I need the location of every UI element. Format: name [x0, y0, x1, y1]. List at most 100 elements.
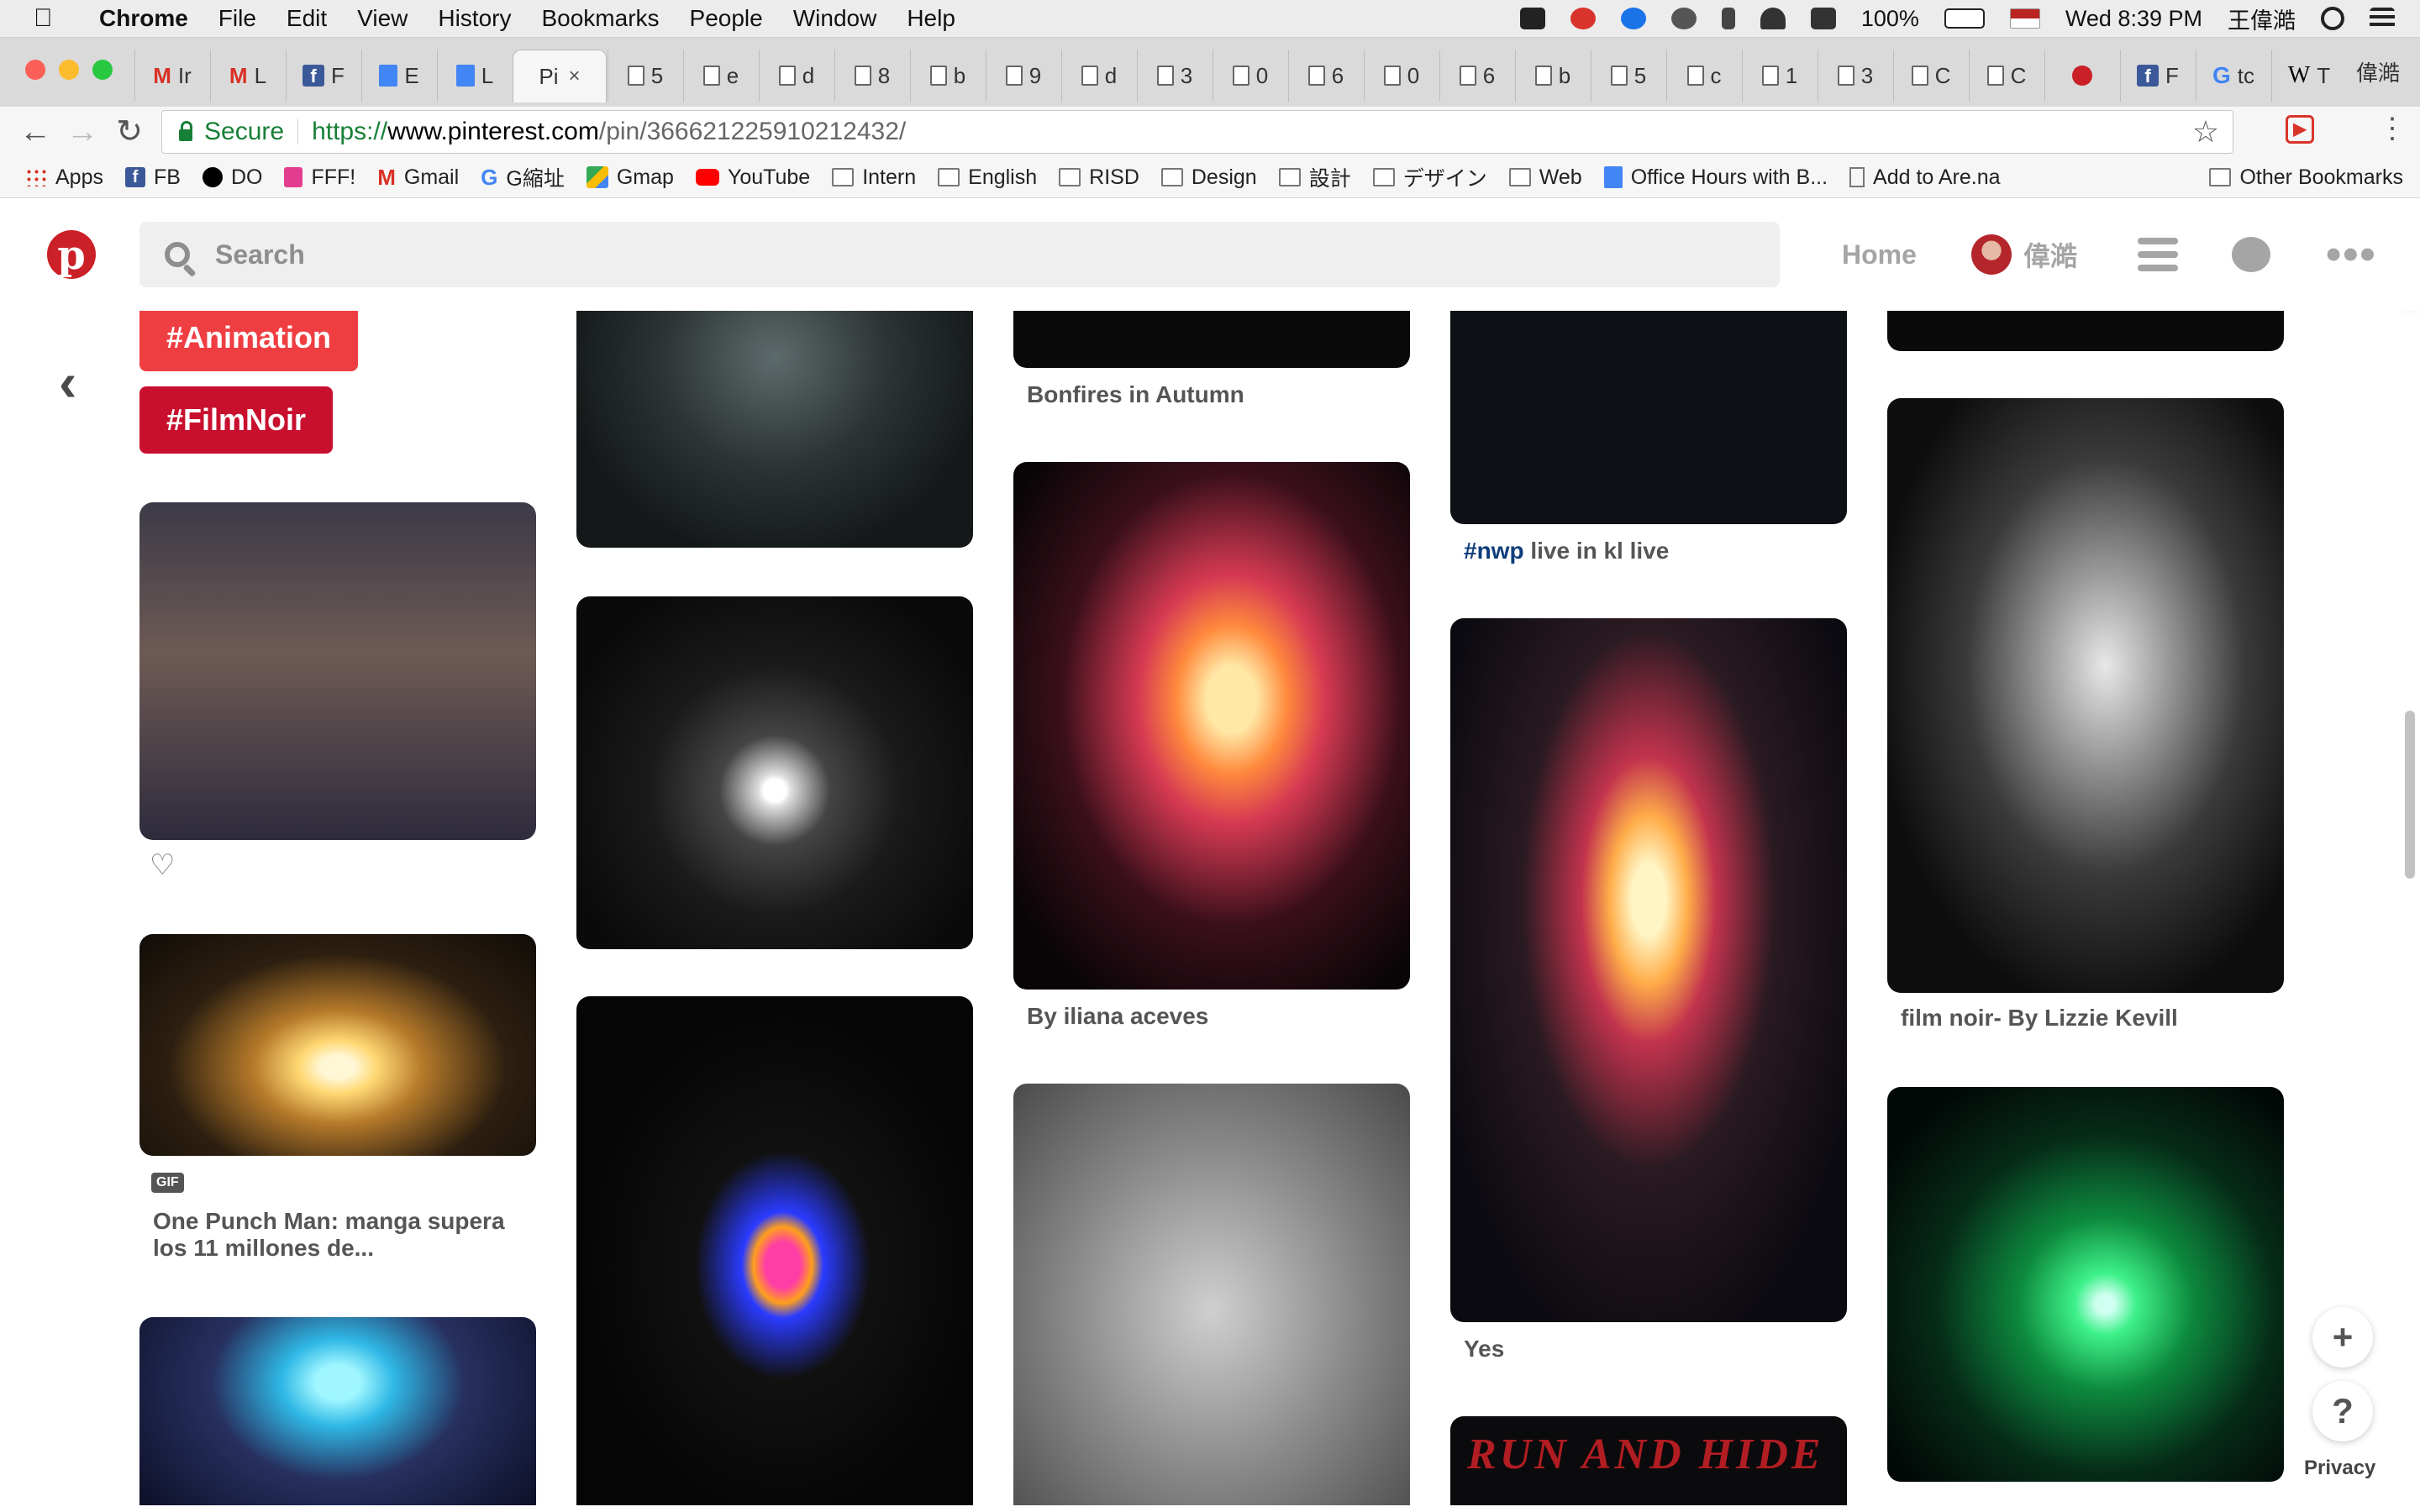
- browser-tab[interactable]: Pi ×: [513, 50, 607, 102]
- browser-tab[interactable]: 0: [1213, 50, 1287, 102]
- search-input[interactable]: [213, 238, 1645, 271]
- caption-iliana[interactable]: By iliana aceves: [1027, 1003, 1208, 1030]
- pin-image-face[interactable]: [576, 311, 973, 548]
- menu-history[interactable]: History: [438, 5, 511, 32]
- browser-tab[interactable]: 3: [1137, 50, 1212, 102]
- browser-tab[interactable]: L: [437, 50, 512, 102]
- bookmark-item[interactable]: 設計: [1278, 162, 1351, 192]
- address-bar[interactable]: Secure https://www.pinterest.com/pin/366…: [161, 110, 2233, 154]
- bookmark-item[interactable]: Design: [1160, 165, 1257, 190]
- reload-icon[interactable]: ↻: [111, 113, 148, 150]
- browser-tab[interactable]: C: [1969, 50, 2044, 102]
- browser-tab[interactable]: 0: [1364, 50, 1439, 102]
- bookmark-item[interactable]: Web: [1508, 165, 1582, 190]
- browser-tab[interactable]: d: [759, 50, 834, 102]
- bookmark-item[interactable]: M Gmail: [377, 165, 459, 191]
- bookmark-item[interactable]: Add to Are.na: [1849, 165, 2001, 190]
- menu-file[interactable]: File: [218, 5, 256, 32]
- search-bar[interactable]: [139, 222, 1780, 287]
- caption-nwp[interactable]: #nwp live in kl live: [1464, 538, 1669, 564]
- browser-tab[interactable]: fF: [286, 50, 360, 102]
- pin-image-silhouette[interactable]: [139, 502, 536, 840]
- browser-tab[interactable]: M Ir: [134, 50, 209, 102]
- boards-menu-button[interactable]: [2138, 225, 2178, 284]
- browser-tab[interactable]: c: [1666, 50, 1741, 102]
- bookmark-item[interactable]: f FB: [124, 165, 181, 190]
- browser-tab[interactable]: 8: [834, 50, 909, 102]
- bookmark-item[interactable]: Gmap: [586, 165, 674, 190]
- dropbox-icon[interactable]: [1519, 8, 1545, 29]
- browser-tab[interactable]: 5: [608, 50, 682, 102]
- page-scrollbar[interactable]: [2405, 711, 2415, 879]
- pin-image-dancer[interactable]: [576, 996, 973, 1505]
- close-tab-icon[interactable]: ×: [569, 65, 581, 88]
- browser-tab[interactable]: Gtc: [2196, 50, 2270, 102]
- maximize-window-button[interactable]: [92, 60, 113, 80]
- pin-image-nwp[interactable]: [1450, 311, 1847, 524]
- browser-tab[interactable]: E: [361, 50, 436, 102]
- extension-icon[interactable]: ▶: [2286, 115, 2314, 144]
- menu-edit[interactable]: Edit: [287, 5, 327, 32]
- wifi-icon[interactable]: [1760, 8, 1786, 29]
- browser-tab[interactable]: 1: [1742, 50, 1817, 102]
- creative-cloud-icon[interactable]: [1570, 8, 1596, 29]
- bookmark-item[interactable]: RISD: [1059, 165, 1139, 190]
- bookmark-star-icon[interactable]: ☆: [2192, 114, 2219, 150]
- caption-yes[interactable]: Yes: [1464, 1336, 1504, 1362]
- chip-animation[interactable]: #Animation: [139, 311, 359, 371]
- caption-bonfires[interactable]: Bonfires in Autumn: [1027, 381, 1244, 408]
- pin-image-sparkler[interactable]: [576, 596, 973, 949]
- more-options-button[interactable]: •••: [2326, 225, 2377, 284]
- minimize-window-button[interactable]: [59, 60, 79, 80]
- shazam-icon[interactable]: [1620, 8, 1646, 29]
- browser-tab[interactable]: b: [1515, 50, 1590, 102]
- help-button[interactable]: ?: [2312, 1381, 2373, 1441]
- pinterest-logo-icon[interactable]: p: [47, 230, 96, 279]
- bookmark-item[interactable]: Apps: [25, 165, 103, 190]
- pin-image-explosion[interactable]: [139, 934, 536, 1156]
- pin-image-column5-top[interactable]: [1887, 311, 2284, 351]
- notification-center-icon[interactable]: [2370, 8, 2395, 29]
- apple-icon[interactable]: : [34, 4, 71, 33]
- back-arrow-icon[interactable]: ‹: [59, 351, 76, 413]
- home-link[interactable]: Home: [1842, 225, 1917, 284]
- add-pin-button[interactable]: +: [2312, 1307, 2373, 1368]
- bookmark-item[interactable]: Office Hours with B...: [1603, 165, 1828, 190]
- us-flag-icon[interactable]: [2009, 8, 2040, 29]
- pin-image-ufo[interactable]: [139, 1317, 536, 1505]
- volume-icon[interactable]: [1810, 8, 1836, 29]
- chip-filmnoir[interactable]: #FilmNoir: [139, 386, 334, 454]
- browser-tab[interactable]: b: [910, 50, 985, 102]
- menubar-user[interactable]: 王偉澔: [2228, 3, 2296, 35]
- other-bookmarks[interactable]: Other Bookmarks: [2209, 165, 2403, 190]
- browser-tab[interactable]: 6: [1439, 50, 1514, 102]
- browser-tab[interactable]: 3: [1818, 50, 1892, 102]
- bookmark-item[interactable]: English: [938, 165, 1037, 190]
- bookmark-item[interactable]: デザイン: [1372, 162, 1487, 192]
- menu-people[interactable]: People: [690, 5, 763, 32]
- bookmark-item[interactable]: FFF!: [284, 165, 355, 190]
- browser-tab[interactable]: C: [1893, 50, 1968, 102]
- bluetooth-icon[interactable]: [1721, 8, 1735, 29]
- browser-tab[interactable]: 5: [1591, 50, 1665, 102]
- chrome-menu-icon[interactable]: ⋮: [2378, 112, 2407, 145]
- bookmark-item[interactable]: Intern: [832, 165, 916, 190]
- menu-app-name[interactable]: Chrome: [99, 5, 188, 32]
- browser-tab[interactable]: WT: [2271, 50, 2346, 102]
- browser-tab[interactable]: M: [2044, 50, 2119, 102]
- back-icon[interactable]: ←: [17, 113, 54, 150]
- pin-image-birds[interactable]: [1013, 1084, 1410, 1505]
- spotlight-search-icon[interactable]: [2321, 7, 2344, 30]
- close-window-button[interactable]: [25, 60, 45, 80]
- pin-image-firepit[interactable]: [1450, 618, 1847, 1322]
- heart-icon[interactable]: ♡: [150, 848, 175, 882]
- bookmark-item[interactable]: YouTube: [695, 165, 810, 190]
- forward-icon[interactable]: →: [64, 113, 101, 150]
- menu-help[interactable]: Help: [907, 5, 955, 32]
- pin-image-green-laser[interactable]: [1887, 1087, 2284, 1482]
- pin-image-bonfire-top[interactable]: [1013, 311, 1410, 368]
- browser-tab[interactable]: 9: [986, 50, 1060, 102]
- browser-tab[interactable]: d: [1061, 50, 1136, 102]
- lock-icon[interactable]: [179, 121, 192, 141]
- caption-noir[interactable]: film noir- By Lizzie Kevill: [1901, 1005, 2178, 1032]
